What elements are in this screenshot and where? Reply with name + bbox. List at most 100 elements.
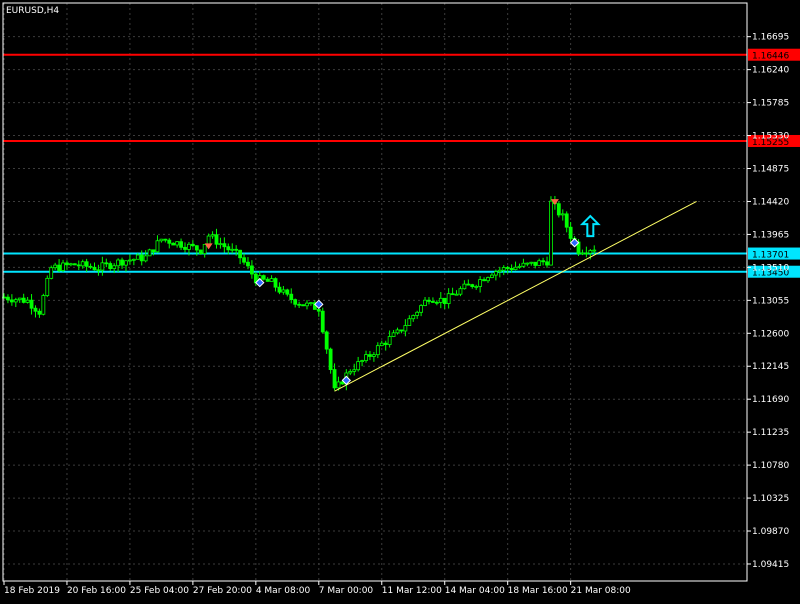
candle-body [155,240,160,253]
candle-body [281,289,286,293]
candle-body [250,265,254,275]
candle-body [434,301,439,304]
candle-body [29,299,34,309]
candle-body [96,269,101,272]
candle-body [391,332,396,337]
candle-body [183,246,187,250]
candle-body [545,261,549,266]
candle-body [135,254,140,260]
candle-body [6,296,10,301]
candle-body [368,354,372,357]
candle-body [501,267,506,271]
time-tick-label: 27 Feb 20:00 [193,586,252,596]
candle-body [560,213,565,216]
candle-body [61,262,65,271]
candle-body [128,259,132,262]
price-tick-label: 1.12600 [752,329,789,339]
candle-body [458,288,463,295]
candle-body [324,331,329,350]
candle-body [364,354,368,362]
candle-body [541,260,545,263]
candle-body [529,261,534,264]
candle-body [419,305,424,313]
candle-body [163,238,168,241]
candle-body [273,278,278,288]
candle-body [92,266,97,271]
candle-body [226,246,231,251]
price-tick-label: 1.14420 [752,197,789,207]
price-tick-label: 1.14875 [752,165,789,175]
candle-body [450,293,455,296]
candle-body [80,261,85,267]
time-tick-label: 20 Feb 16:00 [67,586,126,596]
candle-body [230,248,235,251]
candle-body [497,269,502,272]
candle-body [112,265,117,270]
candle-body [218,243,223,246]
time-tick-label: 11 Mar 12:00 [382,586,442,596]
chart-canvas[interactable]: 1.164461.152551.137011.13450 1.166951.16… [0,0,800,600]
candle-body [104,262,109,265]
candle-body [25,299,30,303]
candle-body [108,263,113,270]
candle-body [517,265,522,268]
candle-body [9,299,14,303]
candle-body [289,293,294,301]
price-tick-label: 1.09415 [752,560,789,570]
resistance-price-label: 1.16446 [752,52,789,62]
candle-body [45,277,50,296]
chart-window[interactable]: 1.16446 1.15255 1.13701 1.13450 1.16695 1.16… [0,0,800,600]
candle-body [222,243,227,248]
candle-body [301,304,305,307]
candle-body [348,371,353,374]
candle-body [371,354,376,357]
candle-body [462,283,467,290]
candle-body [194,245,199,251]
candle-body [53,264,58,269]
candle-body [352,369,357,372]
candle-body [486,277,490,282]
candle-body [474,286,479,288]
candle-body [179,241,183,248]
candle-body [328,348,333,370]
time-tick-label: 21 Mar 08:00 [571,586,631,596]
candle-body [13,299,18,303]
candle-body [242,257,246,263]
candle-body [549,200,553,266]
candle-body [72,263,77,266]
price-tick-label: 1.16240 [752,66,789,76]
candle-body [383,342,388,345]
price-tick-label: 1.09870 [752,527,789,537]
candle-body [84,261,89,267]
candle-body [65,262,69,266]
candle-body [360,360,364,363]
candle-body [423,299,427,306]
candle-body [120,259,124,266]
candle-body [470,284,475,288]
candle-body [33,307,38,312]
candle-body [151,249,156,253]
candle-body [509,268,514,271]
candle-body [124,260,128,266]
candle-body [309,302,313,305]
candle-body [403,325,408,332]
candle-body [49,267,54,279]
candle-body [415,311,420,316]
candle-body [234,248,239,251]
candle-body [159,238,164,242]
candle-body [68,263,73,266]
candle-body [316,309,321,312]
price-tick-label: 1.13055 [752,296,789,306]
candle-body [375,345,380,356]
candle-body [198,249,203,255]
candle-body [57,264,61,271]
candle-body [116,259,121,267]
candle-body [395,329,400,334]
price-tick-label: 1.10780 [752,461,789,471]
time-tick-label: 18 Feb 2019 [4,586,60,596]
candle-body [556,203,561,216]
candle-body [305,302,309,307]
candle-body [100,262,105,271]
candle-body [525,262,530,265]
candle-body [427,299,431,302]
